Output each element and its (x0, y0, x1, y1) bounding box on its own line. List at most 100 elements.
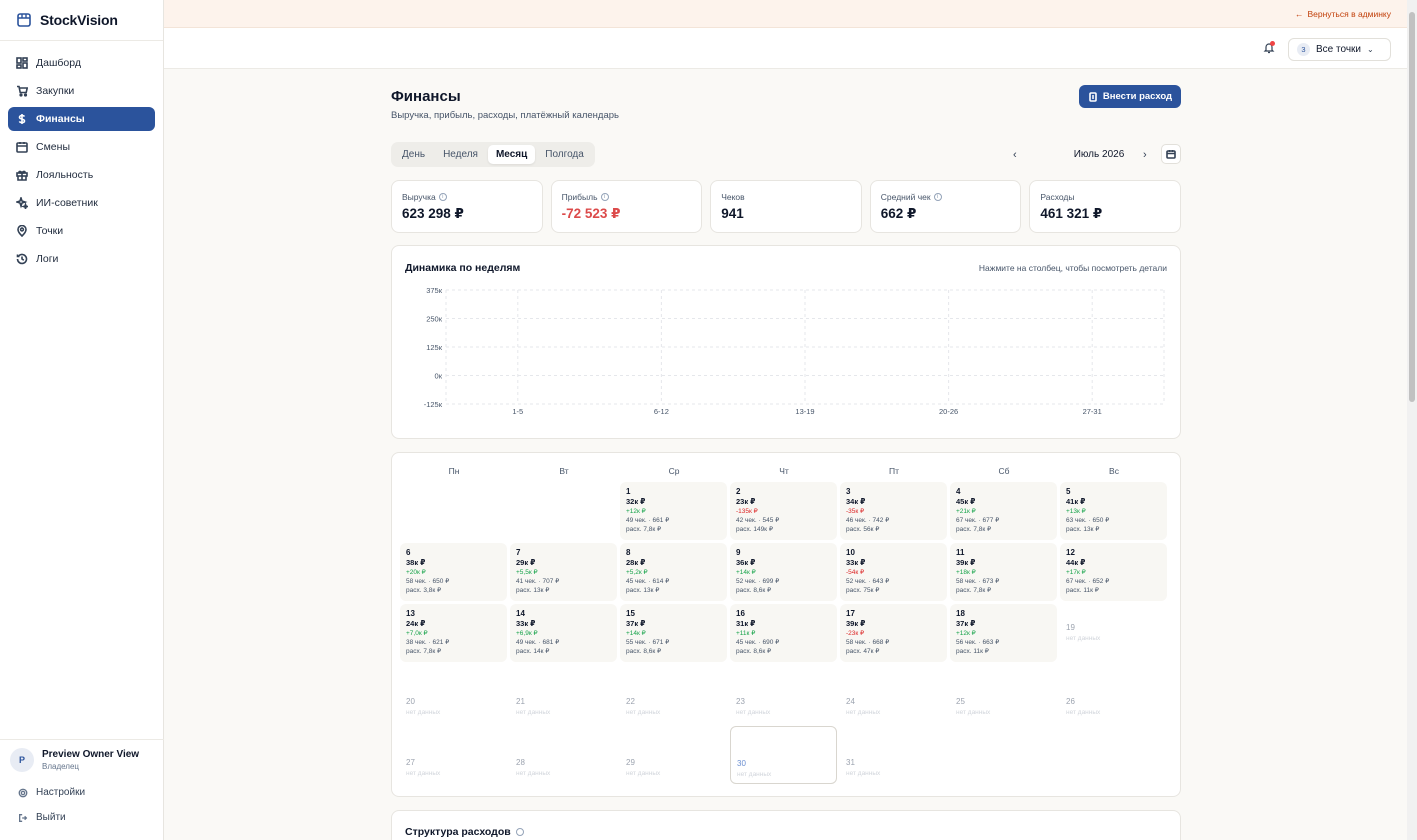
calendar-day[interactable]: 9 36к ₽ +14к ₽ 52 чек. · 699 ₽ расх. 8,6… (730, 543, 837, 601)
x-tick-label[interactable]: 27-31 (1083, 407, 1102, 416)
page-scrollbar[interactable] (1407, 0, 1417, 840)
calendar-day[interactable]: 10 33к ₽ -54к ₽ 52 чек. · 643 ₽ расх. 75… (840, 543, 947, 601)
weekday-header: Пн (448, 466, 460, 476)
day-number: 25 (956, 697, 965, 706)
sidebar-item-5[interactable]: ИИ-советник (8, 191, 155, 215)
calendar-day[interactable]: 15 37к ₽ +14к ₽ 55 чек. · 671 ₽ расх. 8,… (620, 604, 727, 662)
points-select[interactable]: 3 Все точки ⌄ (1288, 38, 1391, 61)
kpi-value: 662 ₽ (880, 206, 917, 221)
calendar-day[interactable]: 31 нет данных (840, 726, 947, 784)
calendar-day[interactable]: 23 нет данных (730, 665, 837, 723)
kpi-label: Расходы (1040, 192, 1170, 202)
kpi-label: Выручка i (402, 192, 532, 202)
calendar-day[interactable]: 18 37к ₽ +12к ₽ 56 чек. · 663 ₽ расх. 11… (950, 604, 1057, 662)
back-to-admin-link[interactable]: ← Вернуться в админку (1295, 9, 1391, 19)
calendar-day[interactable]: 12 44к ₽ +17к ₽ 67 чек. · 652 ₽ расх. 11… (1060, 543, 1167, 601)
admin-banner: ← Вернуться в админку (164, 0, 1407, 28)
next-period-button[interactable]: › (1143, 149, 1147, 161)
calendar-day[interactable]: 13 24к ₽ +7,0к ₽ 38 чек. · 621 ₽ расх. 7… (400, 604, 507, 662)
sidebar-item-label: Точки (36, 225, 64, 237)
tab-2[interactable]: Месяц (487, 145, 536, 164)
calendar-day[interactable]: 30 нет данных (730, 726, 837, 784)
day-number: 26 (1066, 697, 1075, 706)
prev-period-button[interactable]: ‹ (1013, 149, 1017, 161)
day-number: 23 (736, 697, 745, 706)
info-icon[interactable]: i (438, 193, 447, 201)
y-tick-label: 125к (426, 343, 443, 352)
calendar-day[interactable]: 20 нет данных (400, 665, 507, 723)
scroll-thumb[interactable] (1409, 12, 1415, 402)
x-tick-label[interactable]: 13-19 (795, 407, 814, 416)
calendar-day[interactable]: 7 29к ₽ +5,5к ₽ 41 чек. · 707 ₽ расх. 13… (510, 543, 617, 601)
kpi-label: Чеков (721, 192, 851, 202)
calendar-day[interactable]: 16 31к ₽ +11к ₽ 45 чек. · 690 ₽ расх. 8,… (730, 604, 837, 662)
x-tick-label[interactable]: 1-5 (512, 407, 523, 416)
calendar-day[interactable]: 14 33к ₽ +6,9к ₽ 49 чек. · 681 ₽ расх. 1… (510, 604, 617, 662)
weekday-header: Ср (668, 466, 680, 476)
avatar: P (10, 748, 34, 772)
day-profit: +12к ₽ (626, 508, 646, 515)
calendar-picker-button[interactable] (1161, 144, 1181, 164)
box-logo-icon (17, 13, 31, 27)
calendar-day[interactable]: 17 39к ₽ -23к ₽ 58 чек. · 668 ₽ расх. 47… (840, 604, 947, 662)
day-checks: 63 чек. · 650 ₽ (1066, 517, 1110, 524)
calendar-day[interactable]: 27 нет данных (400, 726, 507, 784)
expense-structure-title: Структура расходов (405, 826, 524, 838)
y-tick-label: 250к (426, 315, 443, 324)
day-checks: 38 чек. · 621 ₽ (406, 639, 450, 646)
user-profile[interactable]: P Preview Owner View Владелец (8, 748, 156, 780)
tab-0[interactable]: День (394, 145, 433, 164)
day-expenses: расх. 47к ₽ (846, 648, 880, 655)
calendar-day[interactable]: 21 нет данных (510, 665, 617, 723)
calendar-day[interactable]: 24 нет данных (840, 665, 947, 723)
sidebar-item-3[interactable]: Смены (8, 135, 155, 159)
calendar-day[interactable]: 26 нет данных (1060, 665, 1167, 723)
chart-hint: Нажмите на столбец, чтобы посмотреть дет… (978, 263, 1167, 273)
day-profit: +14к ₽ (626, 630, 646, 637)
sidebar: StockVision Дашборд Закупки Финансы Смены Ло… (0, 0, 164, 840)
settings-link[interactable]: Настройки (8, 780, 156, 805)
sidebar-item-1[interactable]: Закупки (8, 79, 155, 103)
calendar-day[interactable]: 11 39к ₽ +18к ₽ 58 чек. · 673 ₽ расх. 7,… (950, 543, 1057, 601)
calendar-day[interactable]: 3 34к ₽ -35к ₽ 46 чек. · 742 ₽ расх. 56к… (840, 482, 947, 540)
cart-icon (17, 85, 28, 97)
logout-button[interactable]: Выйти (8, 805, 156, 830)
calendar-day[interactable]: 22 нет данных (620, 665, 727, 723)
sidebar-item-6[interactable]: Точки (8, 219, 155, 243)
calendar-day[interactable]: 29 нет данных (620, 726, 727, 784)
calendar-day[interactable]: 19 нет данных (1060, 604, 1167, 662)
day-revenue: 39к ₽ (956, 558, 976, 567)
day-revenue: 45к ₽ (956, 497, 976, 506)
day-number: 29 (626, 758, 635, 767)
day-revenue: 28к ₽ (626, 558, 646, 567)
day-no-data: нет данных (736, 709, 771, 716)
info-icon[interactable]: i (600, 193, 609, 201)
calendar-day[interactable]: 25 нет данных (950, 665, 1057, 723)
calendar-day[interactable]: 28 нет данных (510, 726, 617, 784)
day-revenue: 39к ₽ (846, 619, 866, 628)
sidebar-item-7[interactable]: Логи (8, 247, 155, 271)
calendar-day[interactable]: 8 28к ₽ +5,2к ₽ 45 чек. · 614 ₽ расх. 13… (620, 543, 727, 601)
calendar-day[interactable]: 1 32к ₽ +12к ₽ 49 чек. · 661 ₽ расх. 7,8… (620, 482, 727, 540)
calendar-day[interactable]: 6 38к ₽ +20к ₽ 58 чек. · 650 ₽ расх. 3,8… (400, 543, 507, 601)
day-revenue: 33к ₽ (516, 619, 536, 628)
sidebar-item-0[interactable]: Дашборд (8, 51, 155, 75)
tab-3[interactable]: Полгода (537, 145, 592, 164)
add-expense-button[interactable]: Внести расход (1079, 85, 1181, 108)
x-tick-label[interactable]: 20-26 (939, 407, 958, 416)
calendar-day[interactable]: 4 45к ₽ +21к ₽ 67 чек. · 677 ₽ расх. 7,8… (950, 482, 1057, 540)
add-expense-label: Внести расход (1102, 91, 1173, 102)
kpi-label-text: Выручка (402, 192, 436, 202)
sidebar-item-2[interactable]: Финансы (8, 107, 155, 131)
day-number: 24 (846, 697, 855, 706)
sidebar-item-4[interactable]: Лояльность (8, 163, 155, 187)
x-tick-label[interactable]: 6-12 (654, 407, 669, 416)
brand[interactable]: StockVision (0, 0, 163, 41)
tab-1[interactable]: Неделя (435, 145, 486, 164)
weekly-bar-chart[interactable]: 375к 250к 125к 0к -125к 1-5 6-12 13-19 20-26 27-3… (392, 246, 1182, 440)
calendar-day[interactable]: 5 41к ₽ +13к ₽ 63 чек. · 650 ₽ расх. 13к… (1060, 482, 1167, 540)
info-icon[interactable]: i (933, 193, 942, 201)
info-icon[interactable] (515, 828, 524, 836)
calendar-day[interactable]: 2 23к ₽ -135к ₽ 42 чек. · 545 ₽ расх. 14… (730, 482, 837, 540)
day-checks: 52 чек. · 699 ₽ (736, 578, 780, 585)
